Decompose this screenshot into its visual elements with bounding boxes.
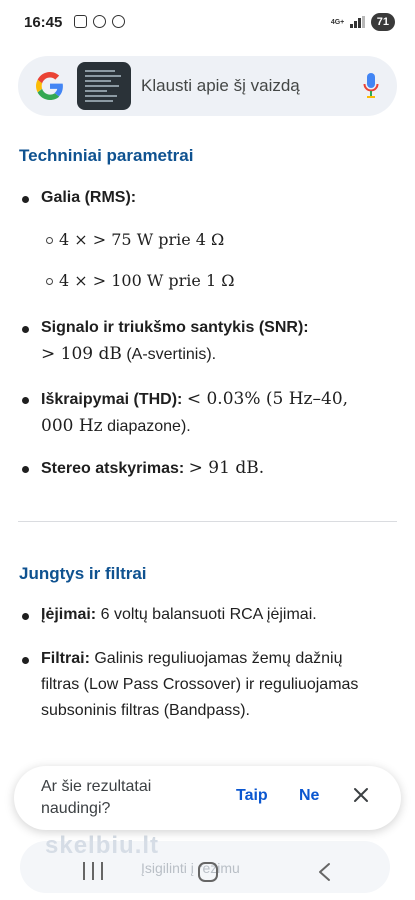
sub-item: 4 × > 75 W prie 4 Ω bbox=[59, 230, 225, 249]
item-label: Įėjimai: bbox=[41, 606, 97, 623]
home-icon[interactable] bbox=[198, 862, 218, 882]
section-title: Jungtys ir filtrai bbox=[19, 564, 147, 583]
google-logo-icon bbox=[36, 72, 63, 100]
item-value: 6 voltų balansuoti RCA įėjimai. bbox=[100, 606, 317, 623]
recent-apps-icon[interactable] bbox=[83, 862, 103, 880]
bullet bbox=[22, 657, 29, 664]
section-title: Techniniai parametrai bbox=[19, 146, 194, 165]
status-time: 16:45 bbox=[24, 14, 63, 31]
list-item: Stereo atskyrimas: > 91 dB. bbox=[41, 455, 391, 482]
section-divider bbox=[18, 521, 397, 522]
bullet bbox=[22, 196, 29, 203]
feedback-yes-button[interactable]: Taip bbox=[236, 787, 268, 805]
item-value: > 109 dB bbox=[41, 344, 122, 364]
feedback-card: Ar šie rezultatai naudingi? Taip Ne bbox=[14, 766, 401, 830]
status-right: 4G+ 71 bbox=[331, 13, 395, 31]
item-value: (A-svertinis). bbox=[126, 346, 217, 363]
list-item: Galia (RMS): bbox=[41, 185, 391, 211]
battery-level: 71 bbox=[370, 13, 395, 31]
bullet bbox=[22, 466, 29, 473]
bullet bbox=[22, 613, 29, 620]
notification-icon bbox=[112, 15, 125, 28]
back-icon[interactable] bbox=[316, 862, 334, 882]
notification-icon bbox=[74, 15, 87, 28]
watermark: skelbiu.lt bbox=[45, 832, 160, 859]
item-value: 000 Hz bbox=[41, 416, 103, 436]
item-value: diapazone). bbox=[107, 418, 191, 435]
bullet bbox=[22, 326, 29, 333]
image-thumbnail[interactable] bbox=[77, 62, 131, 110]
search-bar[interactable]: Klausti apie šį vaizdą bbox=[18, 56, 397, 116]
status-bar: 16:45 4G+ 71 bbox=[0, 0, 415, 46]
item-label: Filtrai: bbox=[41, 650, 90, 667]
item-label: Galia (RMS): bbox=[41, 189, 137, 206]
mode-text: Įsigilinti į režimu bbox=[141, 860, 240, 876]
network-type: 4G+ bbox=[330, 18, 345, 26]
item-label: Signalo ir triukšmo santykis (SNR): bbox=[41, 319, 309, 336]
search-input[interactable]: Klausti apie šį vaizdą bbox=[141, 76, 300, 96]
item-value: > 91 dB. bbox=[188, 458, 265, 478]
sub-item: 4 × > 100 W prie 1 Ω bbox=[59, 271, 235, 290]
feedback-question: Ar šie rezultatai naudingi? bbox=[41, 778, 152, 817]
feedback-no-button[interactable]: Ne bbox=[299, 787, 319, 805]
bullet bbox=[22, 397, 29, 404]
item-label: Iškraipymai (THD): bbox=[41, 391, 183, 408]
list-item: Signalo ir triukšmo santykis (SNR): > 10… bbox=[41, 315, 391, 368]
list-item: Iškraipymai (THD): < 0.03% (5 Hz–40, 000… bbox=[41, 386, 391, 440]
item-value: < 0.03% (5 Hz–40, bbox=[186, 389, 349, 409]
close-icon[interactable] bbox=[350, 784, 372, 806]
sub-bullet bbox=[46, 278, 53, 285]
item-label: Stereo atskyrimas: bbox=[41, 460, 185, 477]
sub-bullet bbox=[46, 237, 53, 244]
list-item: Įėjimai: 6 voltų balansuoti RCA įėjimai. bbox=[41, 602, 391, 628]
list-item: Filtrai: Galinis reguliuojamas žemų dažn… bbox=[41, 646, 371, 724]
notification-icons bbox=[74, 15, 125, 28]
mic-icon[interactable] bbox=[363, 72, 379, 100]
signal-icon bbox=[350, 16, 365, 28]
notification-icon bbox=[93, 15, 106, 28]
